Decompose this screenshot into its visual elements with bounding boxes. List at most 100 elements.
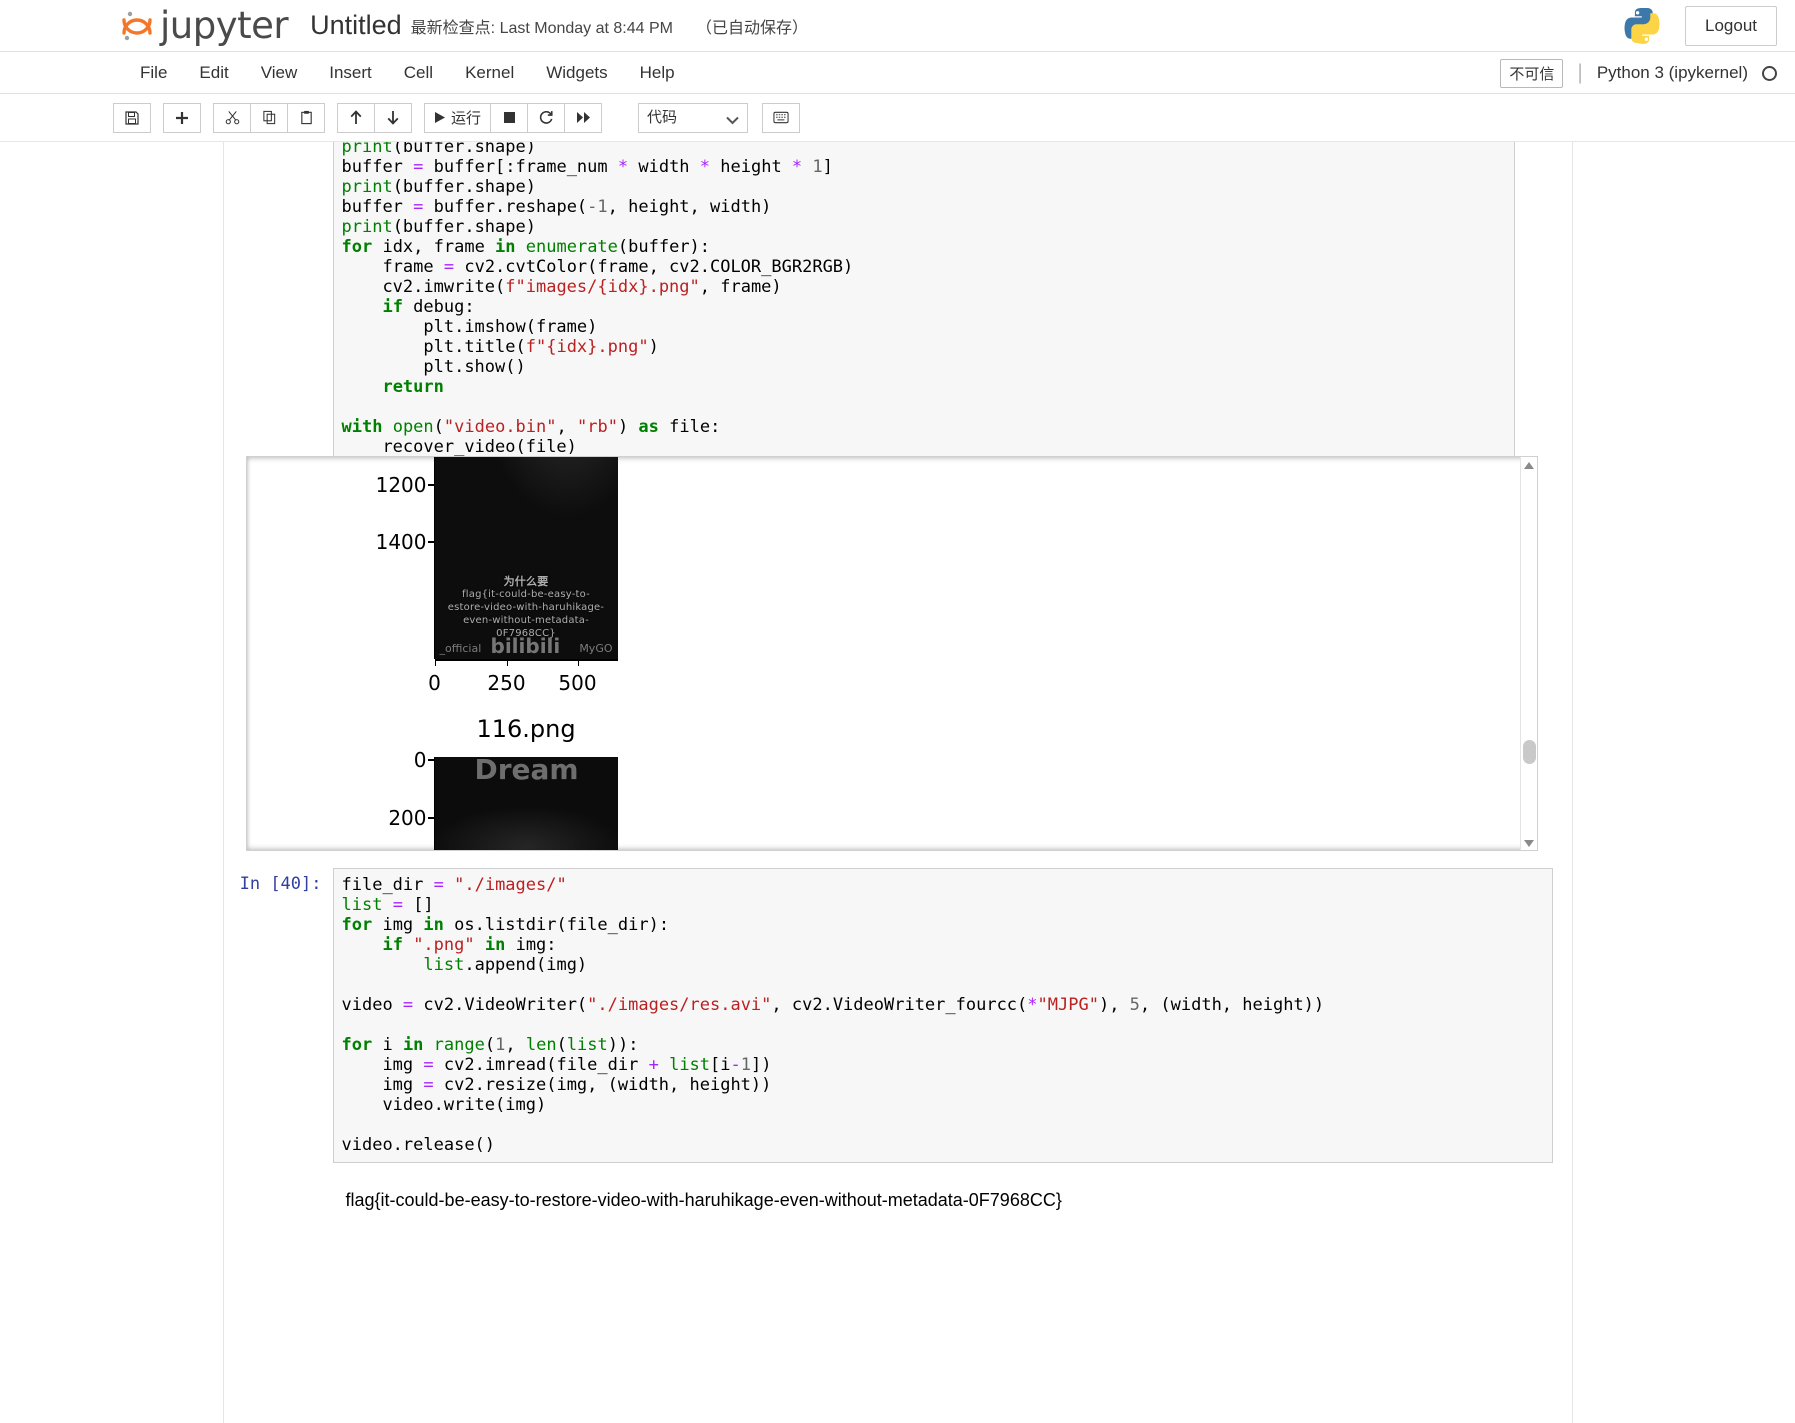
arrow-down-icon[interactable] xyxy=(374,102,412,133)
toolbar-group-palette xyxy=(762,102,801,133)
code-token: .append(img) xyxy=(464,955,588,975)
code-line: print(buffer.shape) xyxy=(342,142,1506,157)
code-line: if debug: xyxy=(342,297,1506,317)
code-token: , frame) xyxy=(699,277,782,297)
code-token: = xyxy=(413,197,424,217)
code-token: + xyxy=(648,1055,659,1075)
cell-type-select[interactable]: 代码 xyxy=(638,102,749,133)
matplotlib-figure-2: Dream 0 200 xyxy=(388,748,618,850)
code-token: buffer xyxy=(341,197,414,217)
code-token: [] xyxy=(402,895,434,915)
code-cell-2-prompt: In [40]: xyxy=(239,874,322,894)
play-icon xyxy=(435,112,445,123)
code-token: = xyxy=(402,995,414,1015)
code-token: cv2.imwrite( xyxy=(341,277,506,297)
code-cell-2: In [40]: file_dir = "./images/" list = []… xyxy=(236,868,1553,1163)
code-token: img xyxy=(372,915,424,935)
copy-icon[interactable] xyxy=(250,102,288,133)
scrollbar-track[interactable] xyxy=(1520,457,1537,850)
kernel-idle-circle-icon xyxy=(1762,65,1777,81)
menu-widgets[interactable]: Widgets xyxy=(530,57,623,89)
menu-bar: File Edit View Insert Cell Kernel Widget… xyxy=(0,52,1795,94)
code-token: )): xyxy=(607,1035,639,1055)
arrow-up-icon[interactable] xyxy=(337,102,375,133)
triangle-up-icon[interactable] xyxy=(1521,457,1537,474)
run-button[interactable]: 运行 xyxy=(424,102,492,133)
restart-circular-arrow-icon[interactable] xyxy=(527,102,566,133)
code-token: 1 xyxy=(740,1055,752,1075)
code-cell-1-editor[interactable]: print(buffer.shape) buffer = buffer[:fram… xyxy=(332,142,1515,465)
code-token: = xyxy=(423,1055,434,1075)
code-token: buffer.reshape( xyxy=(423,197,588,217)
figure-1-ytick-label-3: 1400 xyxy=(375,530,427,554)
code-line: video.release() xyxy=(342,1135,1544,1155)
fast-forward-icon[interactable] xyxy=(564,102,603,133)
code-token: (buffer.shape) xyxy=(392,142,536,157)
jupyter-wordmark[interactable]: jupyter xyxy=(160,4,289,47)
autosave-status: （已自动保存） xyxy=(696,19,809,37)
menu-kernel[interactable]: Kernel xyxy=(449,57,530,89)
figure-2-left-spine xyxy=(433,757,435,850)
scrollbar-thumb[interactable] xyxy=(1522,740,1536,764)
menu-edit[interactable]: Edit xyxy=(183,57,244,89)
code-token: {idx} xyxy=(597,277,649,297)
code-line: return xyxy=(342,377,1506,397)
logout-button[interactable]: Logout xyxy=(1685,6,1777,46)
code-token: open xyxy=(392,417,434,437)
jupyter-logo-icon[interactable] xyxy=(120,9,154,43)
menu-insert[interactable]: Insert xyxy=(313,57,388,89)
code-cell-2-editor[interactable]: file_dir = "./images/" list = [] for img i… xyxy=(332,868,1553,1163)
code-token: file_dir xyxy=(341,875,434,895)
menu-file[interactable]: File xyxy=(124,57,183,89)
code-token: ( xyxy=(484,1035,496,1055)
menu-cell[interactable]: Cell xyxy=(388,57,449,89)
trust-status-badge[interactable]: 不可信 xyxy=(1500,58,1564,88)
code-token: "MJPG" xyxy=(1037,995,1099,1015)
flag-output-text: flag{it-could-be-easy-to-restore-video-w… xyxy=(345,1190,1062,1210)
code-line: list.append(img) xyxy=(342,955,1544,975)
paste-icon[interactable] xyxy=(287,102,325,133)
code-token: 1 xyxy=(495,1035,506,1055)
code-token: ( xyxy=(433,417,444,437)
notebook-toolbar: 运行 代码 xyxy=(0,94,1795,142)
code-token: * xyxy=(617,157,629,177)
plus-icon[interactable] xyxy=(163,102,201,133)
code-token: ) xyxy=(617,417,639,437)
menu-view[interactable]: View xyxy=(245,57,314,89)
code-line: file_dir = "./images/" xyxy=(342,875,1544,895)
code-token: plt.show() xyxy=(341,357,526,377)
triangle-down-icon[interactable] xyxy=(1521,835,1537,850)
frame-image-2: Dream xyxy=(434,757,618,850)
figure-1-xtick-label-2: 500 xyxy=(558,671,597,695)
toolbar-group-clipboard xyxy=(213,102,325,133)
code-cell-1-output-scrolled[interactable]: 为什么要 flag{it-could-be-easy-to- estore-vi… xyxy=(245,456,1538,851)
code-token: in xyxy=(402,1035,424,1055)
checkpoint-label: 最新检查点 xyxy=(410,17,491,37)
code-token: debug: xyxy=(402,297,475,317)
code-token: 5 xyxy=(1129,995,1140,1015)
frame-brand-left: _official xyxy=(439,642,482,655)
menu-help[interactable]: Help xyxy=(624,57,691,89)
save-icon[interactable] xyxy=(113,102,151,133)
code-token: f" xyxy=(525,337,547,357)
code-token: i xyxy=(372,1035,403,1055)
output-vertical-scrollbar[interactable] xyxy=(1519,457,1537,850)
notebook-title[interactable]: Untitled xyxy=(310,10,402,41)
scissors-icon[interactable] xyxy=(213,102,251,133)
command-palette-icon[interactable] xyxy=(762,102,801,133)
code-token: in xyxy=(484,935,506,955)
frame-image-1: 为什么要 flag{it-could-be-easy-to- estore-vi… xyxy=(434,457,618,659)
stop-square-icon[interactable] xyxy=(490,102,529,133)
code-token: list xyxy=(423,955,465,975)
kernel-name-label[interactable]: Python 3 (ipykernel) xyxy=(1597,63,1748,83)
code-line: video.write(img) xyxy=(342,1095,1544,1115)
code-token: 1 xyxy=(812,157,823,177)
matplotlib-figure-2-title: 116.png xyxy=(476,715,576,743)
figure-2-ytick-mark-1 xyxy=(427,817,435,819)
